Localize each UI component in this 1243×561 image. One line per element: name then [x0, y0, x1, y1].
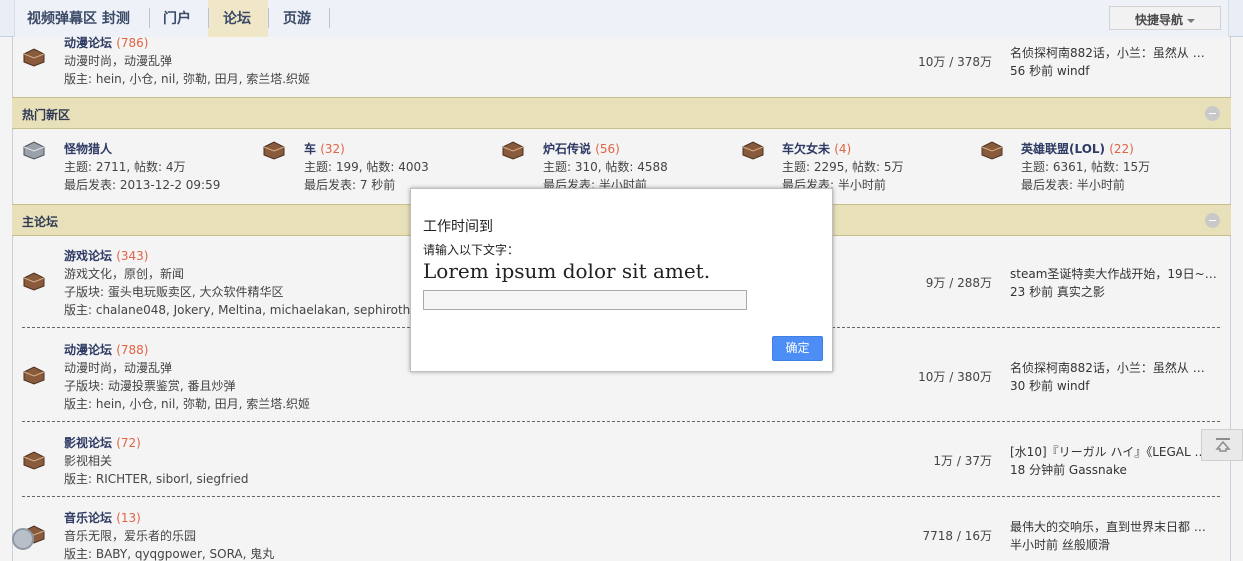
- dialog-text-input[interactable]: [423, 290, 747, 310]
- dialog-target-phrase: Lorem ipsum dolor sit amet.: [423, 259, 711, 283]
- dialog-title: 工作时间到: [423, 219, 493, 235]
- dialog-prompt-label: 请输入以下文字：: [423, 243, 520, 257]
- work-time-dialog: 工作时间到 请输入以下文字： Lorem ipsum dolor sit ame…: [410, 188, 833, 372]
- ok-button[interactable]: 确定: [772, 336, 823, 361]
